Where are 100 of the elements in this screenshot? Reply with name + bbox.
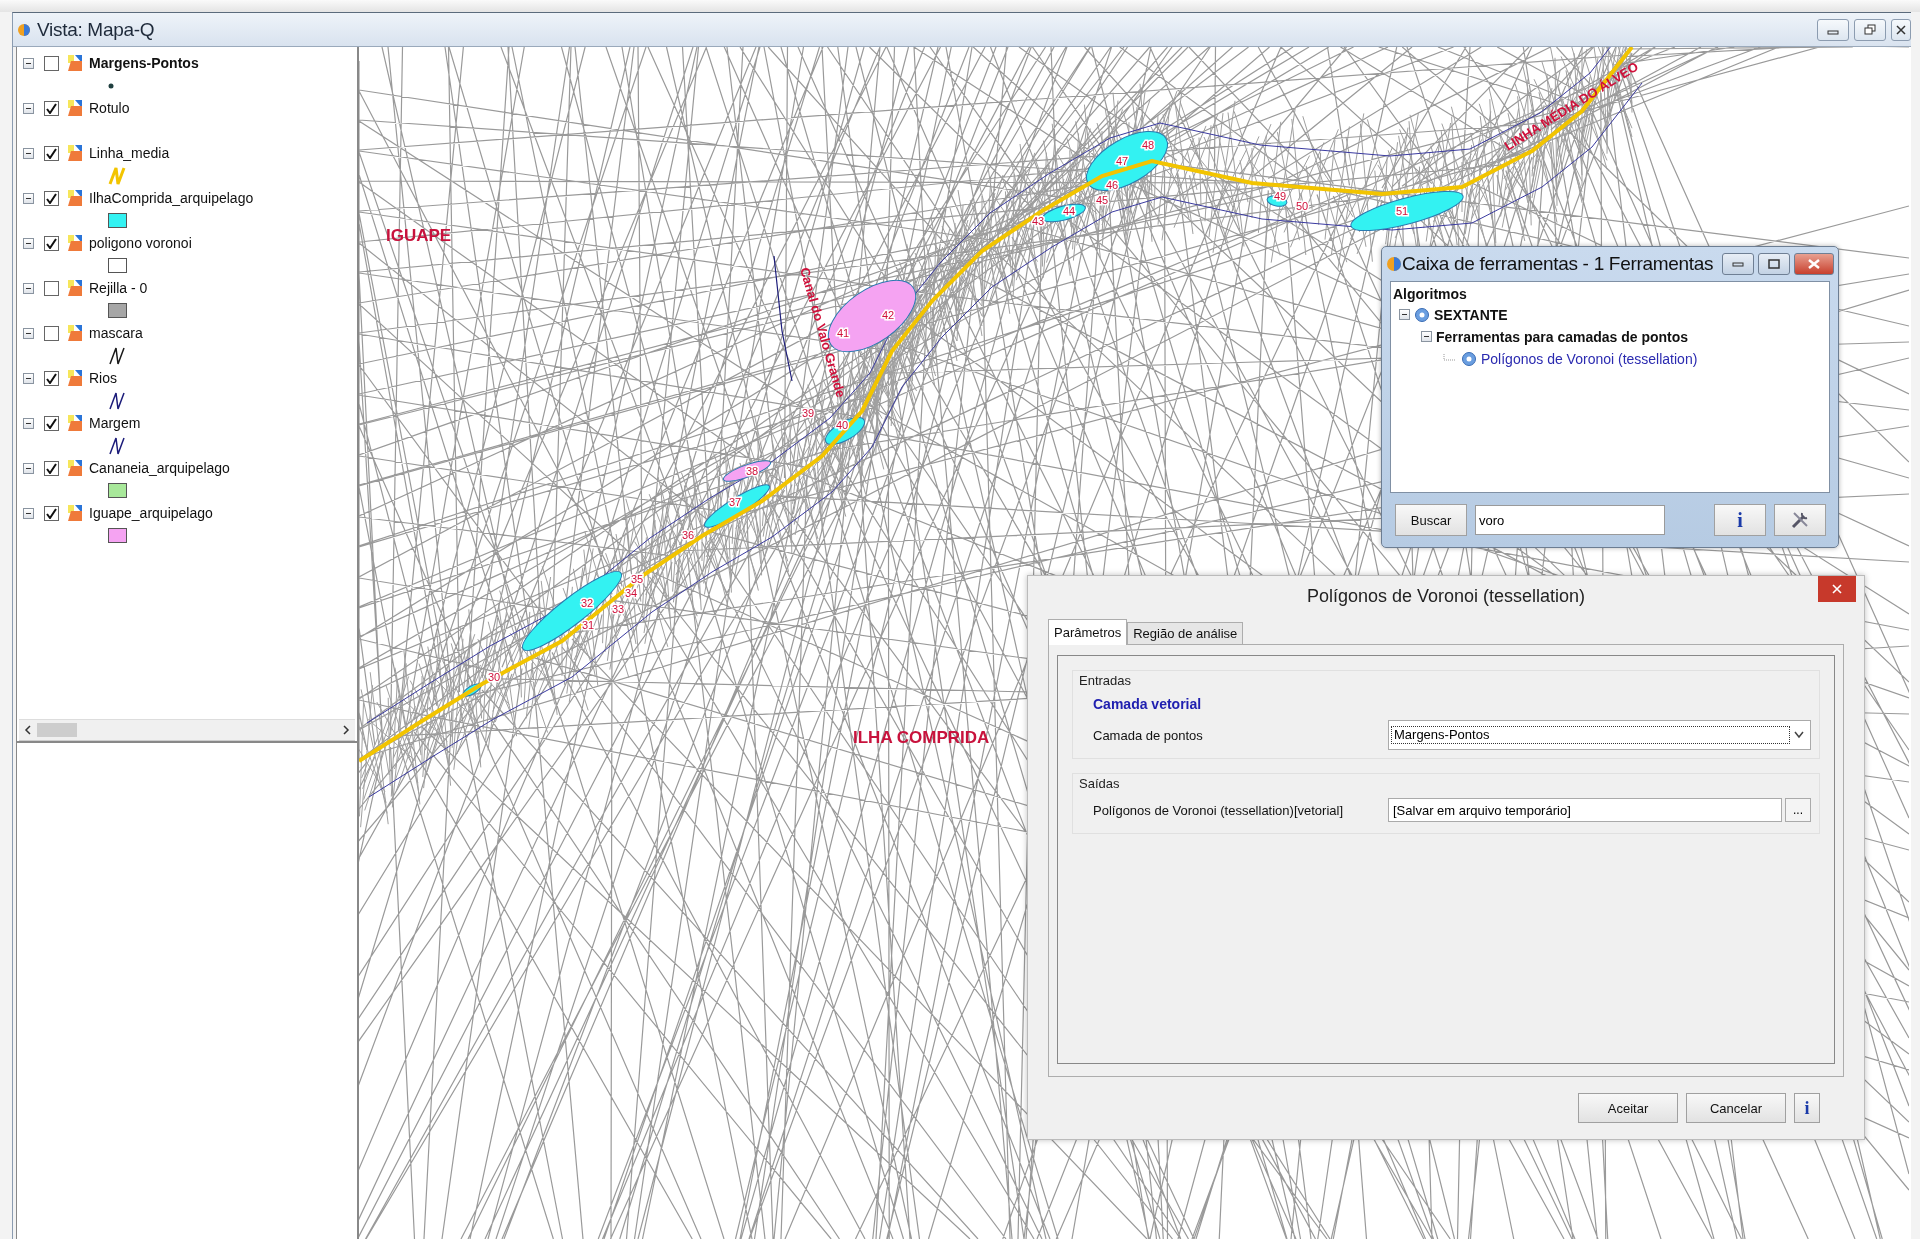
tree-item[interactable]: Polígonos de Voronoi (tessellation) — [1481, 350, 1698, 367]
dialog-title: Polígonos de Voronoi (tessellation) — [1306, 585, 1586, 607]
collapse-icon[interactable] — [23, 417, 34, 429]
collapse-icon[interactable] — [23, 507, 34, 519]
island-number: 48 — [1142, 139, 1155, 151]
island-number: 33 — [612, 603, 625, 615]
island-number: 39 — [802, 407, 815, 419]
browse-button[interactable]: ... — [1785, 798, 1811, 822]
layer-checkbox[interactable] — [44, 235, 59, 251]
close-icon — [1808, 259, 1820, 269]
layer-name[interactable]: Rotulo — [89, 100, 130, 116]
dialog-button[interactable]: Aceitar — [1578, 1093, 1678, 1123]
field-label: Camada de pontos — [1093, 727, 1204, 743]
layer-icon — [67, 504, 83, 522]
island-shape — [824, 417, 866, 445]
info-button[interactable]: i — [1714, 504, 1766, 536]
window-title: Caixa de ferramentas - 1 Ferramentas — [1402, 253, 1715, 275]
layer-checkbox[interactable] — [44, 505, 59, 521]
close-button[interactable] — [1891, 18, 1911, 41]
layer-checkbox[interactable] — [44, 100, 59, 116]
layer-icon — [67, 279, 83, 297]
tools-button[interactable] — [1774, 504, 1826, 536]
leader-line — [1443, 353, 1457, 364]
layer-name[interactable]: poligono voronoi — [89, 235, 192, 251]
scroll-right-icon[interactable] — [342, 725, 350, 735]
collapse-icon[interactable] — [23, 327, 34, 339]
collapse-icon[interactable] — [23, 147, 34, 159]
window-title: Vista: Mapa-Q — [37, 18, 156, 41]
island-number: 32 — [581, 597, 594, 609]
collapse-icon[interactable] — [1399, 309, 1410, 320]
island-number: 51 — [1396, 205, 1409, 217]
tab[interactable]: Região de análise — [1127, 622, 1244, 644]
search-button[interactable]: Buscar — [1395, 504, 1467, 536]
dialog-button[interactable]: Cancelar — [1686, 1093, 1786, 1123]
island-number: 34 — [625, 587, 638, 599]
layer-checkbox[interactable] — [44, 460, 59, 476]
minimize-button[interactable] — [1722, 253, 1754, 275]
collapse-icon[interactable] — [23, 192, 34, 204]
layer-checkbox[interactable] — [44, 370, 59, 386]
output-field[interactable]: [Salvar em arquivo temporário] — [1388, 798, 1782, 822]
layer-checkbox[interactable] — [44, 280, 59, 296]
collapse-icon[interactable] — [23, 462, 34, 474]
map-label: ILHA COMPRIDA — [853, 728, 990, 747]
layer-checkbox[interactable] — [44, 415, 59, 431]
tree-item[interactable]: Ferramentas para camadas de pontos — [1436, 328, 1689, 345]
group-title: Entradas — [1079, 673, 1132, 688]
search-field[interactable]: voro — [1475, 505, 1665, 535]
layer-name[interactable]: IlhaComprida_arquipelago — [89, 190, 254, 206]
field-label: Polígonos de Voronoi (tessellation)[vetorial] — [1093, 802, 1345, 818]
island-number: 38 — [746, 465, 759, 477]
minimize-icon — [1732, 260, 1744, 268]
horizontal-scrollbar[interactable] — [19, 719, 355, 741]
layer-name[interactable]: Rejilla - 0 — [89, 280, 148, 296]
info-button[interactable]: i — [1794, 1093, 1820, 1123]
collapse-icon[interactable] — [23, 372, 34, 384]
tab[interactable]: Parâmetros — [1048, 619, 1128, 645]
layer-checkbox[interactable] — [44, 145, 59, 161]
layer-name[interactable]: Margens-Pontos — [89, 55, 199, 71]
island-shape — [722, 460, 772, 482]
island-number: 37 — [729, 496, 742, 508]
layer-icon — [67, 369, 83, 387]
layer-icon — [67, 459, 83, 477]
island-number: 46 — [1106, 179, 1119, 191]
scroll-thumb[interactable] — [37, 723, 77, 737]
island-number: 35 — [631, 573, 644, 585]
layer-name[interactable]: Rios — [89, 370, 117, 386]
layer-checkbox[interactable] — [44, 325, 59, 341]
island-number: 41 — [837, 327, 850, 339]
layer-name[interactable]: mascara — [89, 325, 143, 341]
restore-button[interactable] — [1854, 18, 1886, 41]
layer-checkbox[interactable] — [44, 55, 59, 71]
island-shape — [704, 484, 770, 528]
maximize-icon — [1768, 259, 1780, 269]
island-number: 36 — [682, 529, 695, 541]
layer-checkbox[interactable] — [44, 190, 59, 206]
island-number: 47 — [1116, 155, 1129, 167]
close-icon — [1832, 584, 1842, 594]
tree-item[interactable]: SEXTANTE — [1434, 306, 1508, 323]
layer-icon — [67, 234, 83, 252]
layer-name[interactable]: Margem — [89, 415, 141, 431]
minimize-button[interactable] — [1817, 18, 1849, 41]
island-number: 44 — [1063, 205, 1076, 217]
app-icon — [1386, 255, 1402, 273]
collapse-icon[interactable] — [23, 282, 34, 294]
layer-dropdown[interactable]: Margens-Pontos — [1388, 720, 1811, 750]
collapse-icon[interactable] — [23, 237, 34, 249]
layer-name[interactable]: Cananeia_arquipelago — [89, 460, 230, 476]
close-icon — [1896, 24, 1906, 35]
layer-icon — [67, 99, 83, 117]
island-number: 50 — [1296, 200, 1309, 212]
collapse-icon[interactable] — [23, 57, 34, 69]
layer-name[interactable]: Iguape_arquipelago — [89, 505, 213, 521]
collapse-icon[interactable] — [1421, 331, 1432, 342]
app-icon — [17, 21, 31, 38]
layer-name[interactable]: Linha_media — [89, 145, 170, 161]
restore-icon — [1864, 23, 1876, 36]
scroll-left-icon[interactable] — [24, 725, 32, 735]
island-shape — [1042, 203, 1086, 223]
maximize-button[interactable] — [1758, 253, 1790, 275]
collapse-icon[interactable] — [23, 102, 34, 114]
